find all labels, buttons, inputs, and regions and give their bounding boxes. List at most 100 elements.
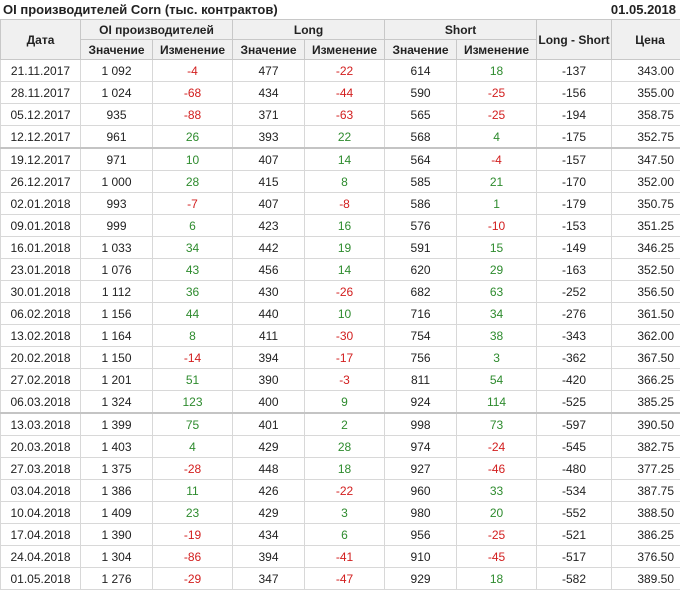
table-row: 02.01.2018993-7407-85861-179350.75	[1, 193, 680, 215]
long-change-cell: -17	[305, 347, 385, 369]
price-cell: 361.50	[612, 303, 680, 325]
oi-change-cell: -14	[153, 347, 233, 369]
price-cell: 385.25	[612, 391, 680, 414]
oi-value-cell: 1 324	[81, 391, 153, 414]
long-change-cell: -3	[305, 369, 385, 391]
long-short-cell: -149	[537, 237, 612, 259]
header-price: Цена	[612, 20, 680, 60]
table-row: 03.04.20181 38611426-2296033-534387.75	[1, 480, 680, 502]
oi-value-cell: 1 112	[81, 281, 153, 303]
long-change-cell: -47	[305, 568, 385, 590]
table-row: 20.03.20181 403442928974-24-545382.75	[1, 436, 680, 458]
short-value-cell: 980	[385, 502, 457, 524]
oi-change-cell: 28	[153, 171, 233, 193]
short-change-cell: 33	[457, 480, 537, 502]
table-row: 27.02.20181 20151390-381154-420366.25	[1, 369, 680, 391]
header-long-change: Изменение	[305, 40, 385, 60]
table-row: 10.04.20181 40923429398020-552388.50	[1, 502, 680, 524]
header-row-groups: Дата OI производителей Long Short Long -…	[1, 20, 680, 40]
short-change-cell: 54	[457, 369, 537, 391]
price-cell: 358.75	[612, 104, 680, 126]
table-row: 24.04.20181 304-86394-41910-45-517376.50	[1, 546, 680, 568]
table-row: 13.02.20181 1648411-3075438-343362.00	[1, 325, 680, 347]
price-cell: 352.00	[612, 171, 680, 193]
long-change-cell: 2	[305, 413, 385, 436]
short-value-cell: 590	[385, 82, 457, 104]
oi-change-cell: -19	[153, 524, 233, 546]
short-change-cell: -24	[457, 436, 537, 458]
long-short-cell: -582	[537, 568, 612, 590]
date-cell: 05.12.2017	[1, 104, 81, 126]
price-cell: 346.25	[612, 237, 680, 259]
oi-value-cell: 1 156	[81, 303, 153, 325]
oi-change-cell: -88	[153, 104, 233, 126]
date-cell: 30.01.2018	[1, 281, 81, 303]
short-change-cell: 1	[457, 193, 537, 215]
short-change-cell: 63	[457, 281, 537, 303]
short-change-cell: -46	[457, 458, 537, 480]
oi-change-cell: 10	[153, 148, 233, 171]
long-short-cell: -525	[537, 391, 612, 414]
oi-value-cell: 935	[81, 104, 153, 126]
short-value-cell: 620	[385, 259, 457, 281]
long-value-cell: 426	[233, 480, 305, 502]
short-change-cell: -4	[457, 148, 537, 171]
oi-change-cell: -29	[153, 568, 233, 590]
report-header: OI производителей Corn (тыс. контрактов)…	[0, 0, 680, 19]
long-short-cell: -552	[537, 502, 612, 524]
short-value-cell: 998	[385, 413, 457, 436]
table-row: 21.11.20171 092-4477-2261418-137343.00	[1, 60, 680, 82]
oi-change-cell: 36	[153, 281, 233, 303]
date-cell: 10.04.2018	[1, 502, 81, 524]
oi-change-cell: 43	[153, 259, 233, 281]
report-date: 01.05.2018	[611, 2, 676, 17]
date-cell: 12.12.2017	[1, 126, 81, 149]
header-oi-value: Значение	[81, 40, 153, 60]
long-value-cell: 430	[233, 281, 305, 303]
long-short-cell: -175	[537, 126, 612, 149]
date-cell: 24.04.2018	[1, 546, 81, 568]
short-value-cell: 585	[385, 171, 457, 193]
long-change-cell: 10	[305, 303, 385, 325]
price-cell: 355.00	[612, 82, 680, 104]
price-cell: 362.00	[612, 325, 680, 347]
long-short-cell: -597	[537, 413, 612, 436]
oi-change-cell: 4	[153, 436, 233, 458]
oi-value-cell: 1 033	[81, 237, 153, 259]
price-cell: 343.00	[612, 60, 680, 82]
long-value-cell: 440	[233, 303, 305, 325]
oi-change-cell: 75	[153, 413, 233, 436]
oi-change-cell: 6	[153, 215, 233, 237]
long-change-cell: -26	[305, 281, 385, 303]
long-short-cell: -179	[537, 193, 612, 215]
short-value-cell: 756	[385, 347, 457, 369]
table-body: 21.11.20171 092-4477-2261418-137343.0028…	[1, 60, 680, 590]
long-change-cell: 18	[305, 458, 385, 480]
price-cell: 386.25	[612, 524, 680, 546]
short-value-cell: 754	[385, 325, 457, 347]
long-value-cell: 393	[233, 126, 305, 149]
date-cell: 27.02.2018	[1, 369, 81, 391]
date-cell: 17.04.2018	[1, 524, 81, 546]
price-cell: 377.25	[612, 458, 680, 480]
price-cell: 367.50	[612, 347, 680, 369]
short-change-cell: 18	[457, 568, 537, 590]
long-short-cell: -156	[537, 82, 612, 104]
price-cell: 351.25	[612, 215, 680, 237]
short-value-cell: 716	[385, 303, 457, 325]
long-value-cell: 371	[233, 104, 305, 126]
short-value-cell: 956	[385, 524, 457, 546]
oi-value-cell: 1 024	[81, 82, 153, 104]
long-value-cell: 400	[233, 391, 305, 414]
long-change-cell: 19	[305, 237, 385, 259]
long-short-cell: -343	[537, 325, 612, 347]
price-cell: 387.75	[612, 480, 680, 502]
short-change-cell: 15	[457, 237, 537, 259]
long-change-cell: 8	[305, 171, 385, 193]
oi-value-cell: 1 390	[81, 524, 153, 546]
short-value-cell: 568	[385, 126, 457, 149]
oi-change-cell: 23	[153, 502, 233, 524]
date-cell: 19.12.2017	[1, 148, 81, 171]
long-short-cell: -521	[537, 524, 612, 546]
long-short-cell: -276	[537, 303, 612, 325]
